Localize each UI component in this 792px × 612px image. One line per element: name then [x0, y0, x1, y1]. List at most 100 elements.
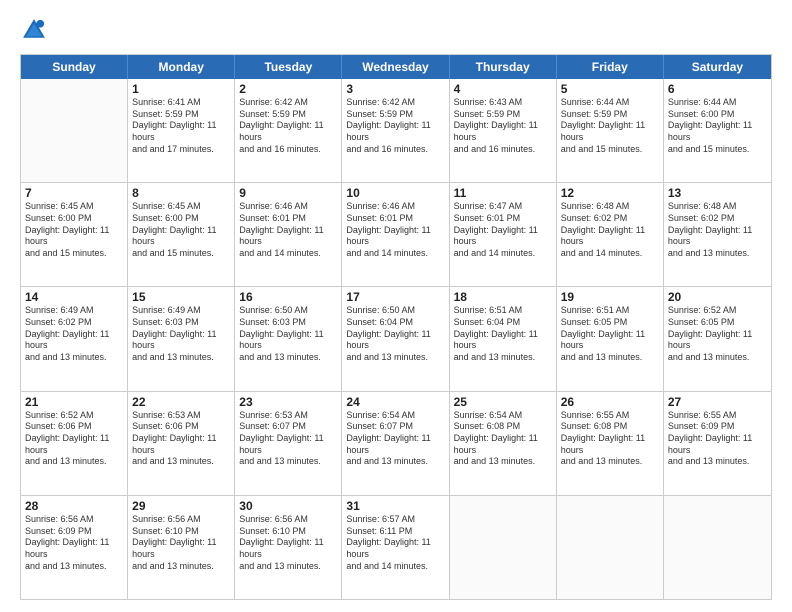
sunrise-text: Sunrise: 6:52 AM	[668, 305, 767, 317]
sunrise-text: Sunrise: 6:53 AM	[239, 410, 337, 422]
daylight-text-1: Daylight: Daylight: 11 hours	[346, 433, 444, 456]
daylight-text-1: Daylight: Daylight: 11 hours	[239, 329, 337, 352]
calendar-cell: 1Sunrise: 6:41 AMSunset: 5:59 PMDaylight…	[128, 79, 235, 182]
calendar-week-3: 14Sunrise: 6:49 AMSunset: 6:02 PMDayligh…	[21, 287, 771, 391]
sunrise-text: Sunrise: 6:43 AM	[454, 97, 552, 109]
calendar-cell: 2Sunrise: 6:42 AMSunset: 5:59 PMDaylight…	[235, 79, 342, 182]
sunrise-text: Sunrise: 6:46 AM	[239, 201, 337, 213]
sunset-text: Sunset: 6:07 PM	[239, 421, 337, 433]
calendar-cell: 20Sunrise: 6:52 AMSunset: 6:05 PMDayligh…	[664, 287, 771, 390]
calendar-cell: 28Sunrise: 6:56 AMSunset: 6:09 PMDayligh…	[21, 496, 128, 599]
calendar-cell: 7Sunrise: 6:45 AMSunset: 6:00 PMDaylight…	[21, 183, 128, 286]
day-number: 30	[239, 499, 337, 513]
daylight-text-1: Daylight: Daylight: 11 hours	[346, 537, 444, 560]
sunset-text: Sunset: 6:01 PM	[454, 213, 552, 225]
calendar-cell: 23Sunrise: 6:53 AMSunset: 6:07 PMDayligh…	[235, 392, 342, 495]
daylight-text-2: and and 13 minutes.	[25, 561, 123, 573]
calendar-header-thursday: Thursday	[450, 55, 557, 79]
calendar-cell: 4Sunrise: 6:43 AMSunset: 5:59 PMDaylight…	[450, 79, 557, 182]
sunrise-text: Sunrise: 6:45 AM	[132, 201, 230, 213]
daylight-text-1: Daylight: Daylight: 11 hours	[239, 120, 337, 143]
sunset-text: Sunset: 6:10 PM	[132, 526, 230, 538]
logo	[20, 16, 52, 44]
calendar-header-friday: Friday	[557, 55, 664, 79]
daylight-text-2: and and 14 minutes.	[561, 248, 659, 260]
sunrise-text: Sunrise: 6:42 AM	[346, 97, 444, 109]
daylight-text-2: and and 13 minutes.	[454, 352, 552, 364]
sunrise-text: Sunrise: 6:48 AM	[668, 201, 767, 213]
daylight-text-2: and and 15 minutes.	[561, 144, 659, 156]
daylight-text-2: and and 13 minutes.	[25, 456, 123, 468]
daylight-text-2: and and 14 minutes.	[346, 561, 444, 573]
calendar-week-1: 1Sunrise: 6:41 AMSunset: 5:59 PMDaylight…	[21, 79, 771, 183]
sunset-text: Sunset: 6:07 PM	[346, 421, 444, 433]
calendar-cell: 12Sunrise: 6:48 AMSunset: 6:02 PMDayligh…	[557, 183, 664, 286]
daylight-text-2: and and 14 minutes.	[454, 248, 552, 260]
sunrise-text: Sunrise: 6:56 AM	[132, 514, 230, 526]
sunset-text: Sunset: 5:59 PM	[454, 109, 552, 121]
daylight-text-1: Daylight: Daylight: 11 hours	[132, 120, 230, 143]
sunrise-text: Sunrise: 6:41 AM	[132, 97, 230, 109]
calendar-cell: 31Sunrise: 6:57 AMSunset: 6:11 PMDayligh…	[342, 496, 449, 599]
daylight-text-1: Daylight: Daylight: 11 hours	[561, 120, 659, 143]
calendar-body: 1Sunrise: 6:41 AMSunset: 5:59 PMDaylight…	[21, 79, 771, 599]
sunrise-text: Sunrise: 6:55 AM	[668, 410, 767, 422]
sunset-text: Sunset: 6:02 PM	[668, 213, 767, 225]
sunset-text: Sunset: 6:09 PM	[25, 526, 123, 538]
day-number: 7	[25, 186, 123, 200]
sunset-text: Sunset: 6:06 PM	[132, 421, 230, 433]
daylight-text-1: Daylight: Daylight: 11 hours	[25, 537, 123, 560]
sunrise-text: Sunrise: 6:46 AM	[346, 201, 444, 213]
day-number: 20	[668, 290, 767, 304]
sunset-text: Sunset: 6:06 PM	[25, 421, 123, 433]
day-number: 16	[239, 290, 337, 304]
daylight-text-2: and and 13 minutes.	[239, 456, 337, 468]
calendar-cell: 17Sunrise: 6:50 AMSunset: 6:04 PMDayligh…	[342, 287, 449, 390]
calendar-week-2: 7Sunrise: 6:45 AMSunset: 6:00 PMDaylight…	[21, 183, 771, 287]
daylight-text-2: and and 13 minutes.	[668, 456, 767, 468]
daylight-text-1: Daylight: Daylight: 11 hours	[668, 433, 767, 456]
daylight-text-2: and and 16 minutes.	[454, 144, 552, 156]
calendar-cell: 19Sunrise: 6:51 AMSunset: 6:05 PMDayligh…	[557, 287, 664, 390]
daylight-text-2: and and 14 minutes.	[346, 248, 444, 260]
sunset-text: Sunset: 6:09 PM	[668, 421, 767, 433]
daylight-text-2: and and 13 minutes.	[561, 456, 659, 468]
calendar-cell: 24Sunrise: 6:54 AMSunset: 6:07 PMDayligh…	[342, 392, 449, 495]
daylight-text-2: and and 13 minutes.	[561, 352, 659, 364]
calendar-cell: 11Sunrise: 6:47 AMSunset: 6:01 PMDayligh…	[450, 183, 557, 286]
calendar-header-sunday: Sunday	[21, 55, 128, 79]
daylight-text-1: Daylight: Daylight: 11 hours	[454, 120, 552, 143]
daylight-text-2: and and 13 minutes.	[239, 352, 337, 364]
daylight-text-2: and and 16 minutes.	[346, 144, 444, 156]
day-number: 15	[132, 290, 230, 304]
day-number: 24	[346, 395, 444, 409]
calendar-cell: 25Sunrise: 6:54 AMSunset: 6:08 PMDayligh…	[450, 392, 557, 495]
daylight-text-1: Daylight: Daylight: 11 hours	[561, 225, 659, 248]
day-number: 12	[561, 186, 659, 200]
calendar-cell: 22Sunrise: 6:53 AMSunset: 6:06 PMDayligh…	[128, 392, 235, 495]
daylight-text-1: Daylight: Daylight: 11 hours	[346, 329, 444, 352]
sunset-text: Sunset: 5:59 PM	[561, 109, 659, 121]
daylight-text-2: and and 13 minutes.	[132, 352, 230, 364]
daylight-text-1: Daylight: Daylight: 11 hours	[454, 329, 552, 352]
day-number: 27	[668, 395, 767, 409]
day-number: 19	[561, 290, 659, 304]
calendar-cell: 21Sunrise: 6:52 AMSunset: 6:06 PMDayligh…	[21, 392, 128, 495]
calendar-header-tuesday: Tuesday	[235, 55, 342, 79]
daylight-text-2: and and 16 minutes.	[239, 144, 337, 156]
calendar-cell	[21, 79, 128, 182]
day-number: 26	[561, 395, 659, 409]
sunrise-text: Sunrise: 6:57 AM	[346, 514, 444, 526]
calendar-cell	[557, 496, 664, 599]
day-number: 14	[25, 290, 123, 304]
daylight-text-1: Daylight: Daylight: 11 hours	[561, 329, 659, 352]
sunset-text: Sunset: 6:08 PM	[561, 421, 659, 433]
calendar-cell: 26Sunrise: 6:55 AMSunset: 6:08 PMDayligh…	[557, 392, 664, 495]
calendar-cell: 6Sunrise: 6:44 AMSunset: 6:00 PMDaylight…	[664, 79, 771, 182]
sunset-text: Sunset: 6:04 PM	[346, 317, 444, 329]
calendar-header-wednesday: Wednesday	[342, 55, 449, 79]
page: SundayMondayTuesdayWednesdayThursdayFrid…	[0, 0, 792, 612]
calendar-cell	[664, 496, 771, 599]
sunrise-text: Sunrise: 6:44 AM	[668, 97, 767, 109]
sunset-text: Sunset: 6:03 PM	[132, 317, 230, 329]
